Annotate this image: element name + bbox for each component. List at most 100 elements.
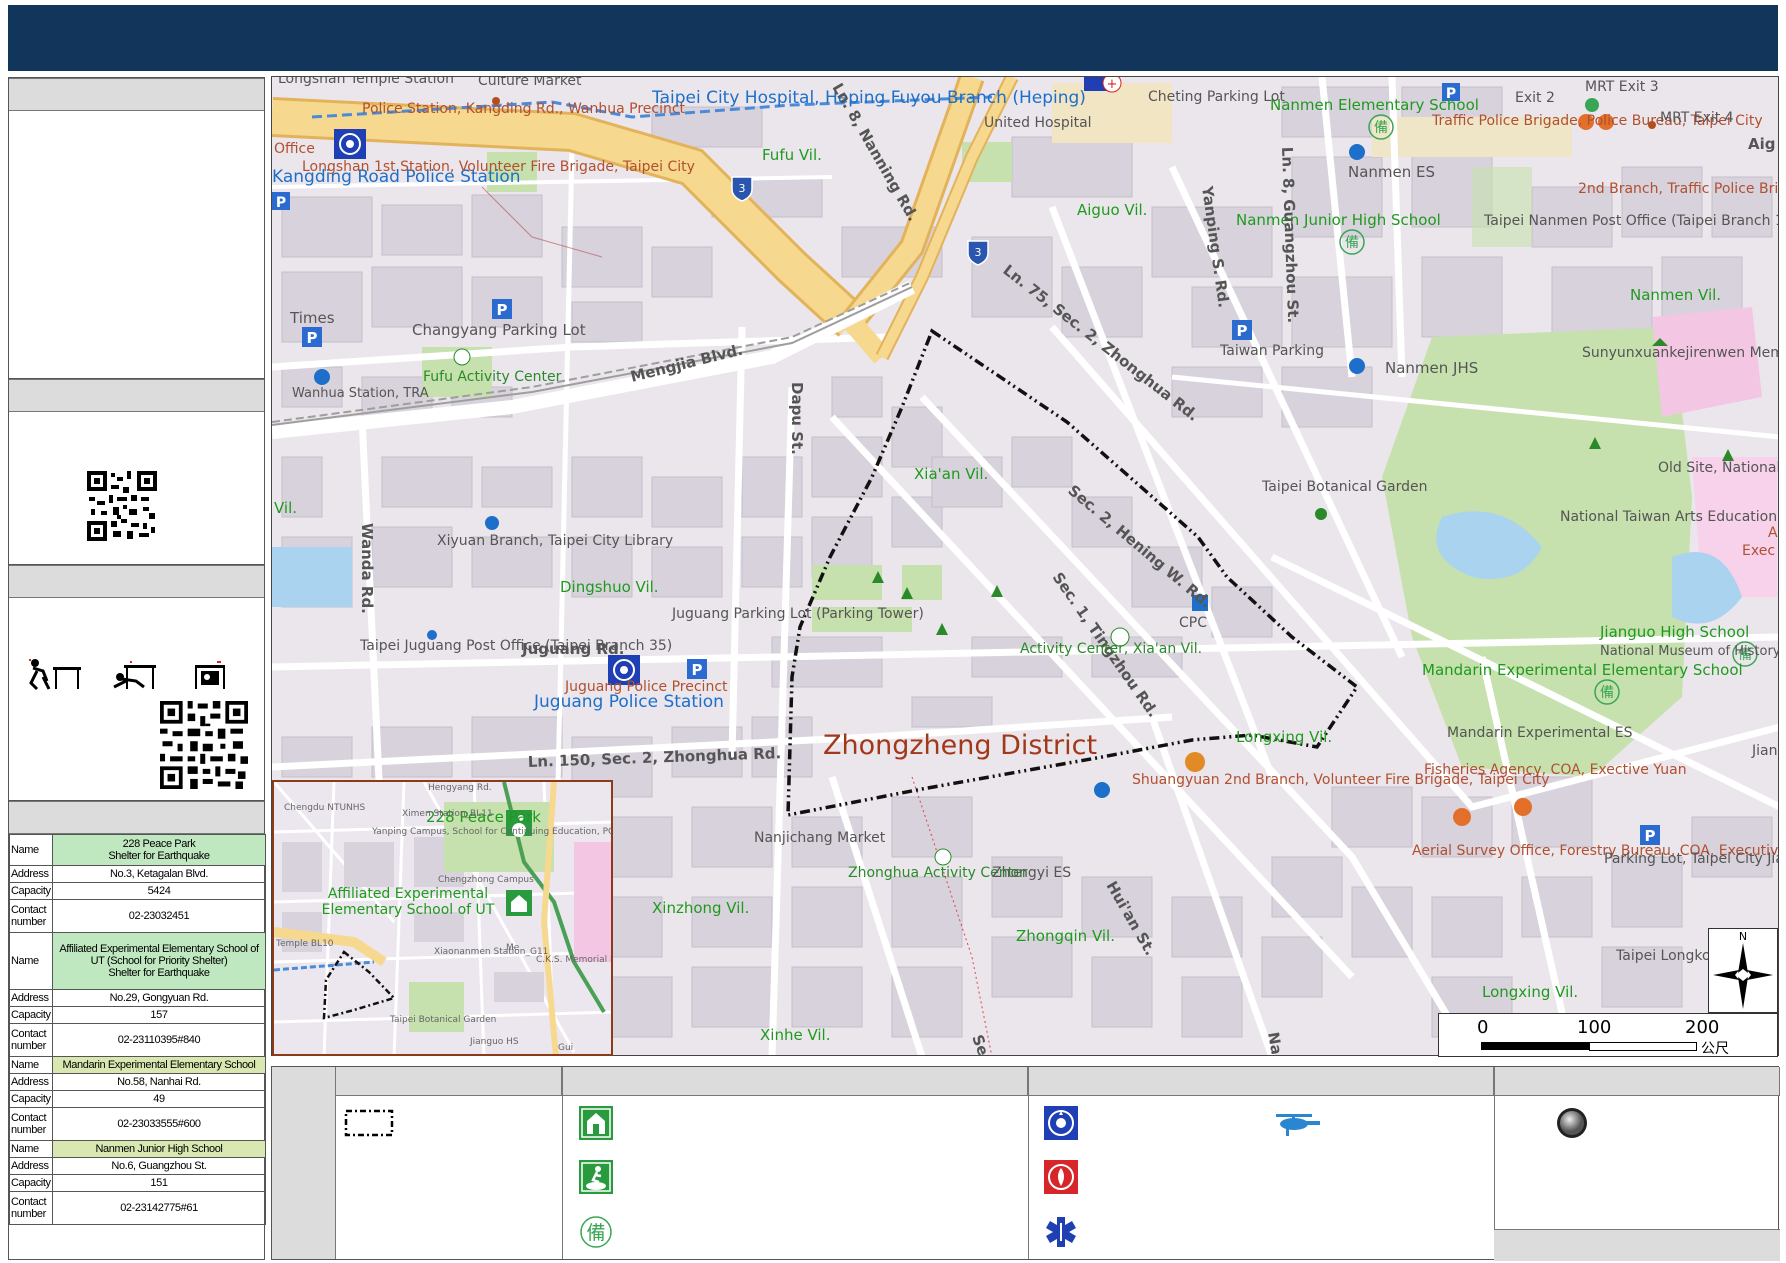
svg-text:Activity Center, Xia'an Vil.: Activity Center, Xia'an Vil. <box>1020 641 1202 657</box>
shelter-row: Name Nanmen Junior High School <box>9 1140 266 1158</box>
svg-text:MRT Exit 3: MRT Exit 3 <box>1585 79 1659 95</box>
svg-text:Taipei City Hospital, Heping F: Taipei City Hospital, Heping Fuyou Branc… <box>651 88 1086 108</box>
shelter-field-value: No.58, Nanhai Rd. <box>52 1073 266 1091</box>
shelter-field-value: 49 <box>52 1090 266 1108</box>
svg-text:Nanmen Junior High School: Nanmen Junior High School <box>1236 211 1441 229</box>
svg-text:Culture Market: Culture Market <box>478 77 582 89</box>
svg-text:Jiang HS: Jiang HS <box>1751 743 1779 759</box>
shelter-field-label: Capacity <box>9 1090 53 1108</box>
shelter-field-value: 02-23032451 <box>52 899 266 933</box>
shelter-field-label: Name <box>9 834 53 866</box>
shelter-field-value: 02-23142775#61 <box>52 1191 266 1225</box>
title-bar <box>8 5 1778 71</box>
shelter-row: Contact number 02-23032451 <box>9 899 266 933</box>
police-icon <box>1044 1106 1078 1140</box>
inset-building-shelter-icon <box>506 890 532 916</box>
actions-panel <box>8 564 265 801</box>
svg-text:Longshan Temple Station: Longshan Temple Station <box>278 77 454 87</box>
shelter-field-value: No.29, Gongyuan Rd. <box>52 989 266 1007</box>
svg-text:Jianguo High School: Jianguo High School <box>1599 623 1749 641</box>
shelter-row: Capacity 5424 <box>9 882 266 900</box>
svg-text:Taipei Juguang Post Office (Ta: Taipei Juguang Post Office (Taipei Branc… <box>359 638 672 654</box>
svg-text:Zhongzheng District: Zhongzheng District <box>823 730 1097 761</box>
svg-text:Vil.: Vil. <box>274 499 297 517</box>
qr-code-icon[interactable] <box>87 471 157 541</box>
shelter-field-label: Name <box>9 1140 53 1158</box>
svg-text:Old Site, National Central Lib: Old Site, National Central Library <box>1658 460 1779 476</box>
shelter-park-icon <box>579 1160 613 1194</box>
svg-text:Aiguo Vil.: Aiguo Vil. <box>1077 201 1147 219</box>
svg-text:Changyang Parking Lot: Changyang Parking Lot <box>412 321 586 339</box>
scale-tick-200: 200 <box>1685 1017 1720 1038</box>
scale-tick-0: 0 <box>1477 1017 1489 1038</box>
svg-text:3: 3 <box>975 246 982 259</box>
shelter-field-value: 5424 <box>52 882 266 900</box>
svg-text:Fufu Vil.: Fufu Vil. <box>762 146 822 164</box>
legend-header-facilities <box>1028 1067 1494 1096</box>
svg-text:Sunyunxuankejirenwen Memorial: Sunyunxuankejirenwen Memorial Hall <box>1582 345 1779 361</box>
shelter-row: Name Mandarin Experimental Elementary Sch… <box>9 1056 266 1074</box>
svg-text:Office: Office <box>274 141 315 157</box>
svg-text:P: P <box>692 661 703 679</box>
svg-text:Xinhe Vil.: Xinhe Vil. <box>760 1026 831 1044</box>
svg-text:Xinzhong Vil.: Xinzhong Vil. <box>652 899 749 917</box>
svg-text:Chengdu NTUNHS: Chengdu NTUNHS <box>284 803 366 813</box>
qr-code-2-icon[interactable] <box>160 701 248 789</box>
svg-text:Nanjichang Market: Nanjichang Market <box>754 830 886 846</box>
svg-text:P: P <box>497 301 508 319</box>
shelter-field-label: Capacity <box>9 882 53 900</box>
shelter-field-label: Address <box>9 1157 53 1175</box>
svg-text:Taiwan Parking: Taiwan Parking <box>1219 343 1324 359</box>
shelter-field-label: Contact number <box>9 1191 53 1225</box>
svg-text:Temple BL10: Temple BL10 <box>275 939 334 949</box>
svg-text:C.K.S. Memorial Hall Station_G: C.K.S. Memorial Hall Station_G10 <box>536 955 613 965</box>
shelter-field-label: Address <box>9 865 53 883</box>
shelters-panel: Name 228 Peace Park Shelter for Earthquak… <box>8 800 266 1260</box>
svg-text:Xia'an Vil.: Xia'an Vil. <box>914 465 988 483</box>
svg-text:Longshan 1st Station, Voluntee: Longshan 1st Station, Volunteer Fire Bri… <box>302 159 695 175</box>
backup-shelter-icon: 備 <box>579 1215 613 1249</box>
legend-side-header <box>272 1067 336 1259</box>
inset-affiliated-label: Affiliated Experimental Elementary Schoo… <box>321 886 495 918</box>
gray-circle-icon <box>1555 1106 1589 1140</box>
svg-text:Times: Times <box>289 309 335 327</box>
shelter-field-value: Mandarin Experimental Elementary School <box>52 1056 266 1074</box>
shelter-field-label: Contact number <box>9 1107 53 1141</box>
svg-text:Aig: Aig <box>1748 135 1776 153</box>
shelter-row: Address No.58, Nanhai Rd. <box>9 1073 266 1091</box>
shelter-field-value: Affiliated Experimental Elementary Schoo… <box>52 932 266 990</box>
info-panel <box>8 77 265 379</box>
svg-text:Fufu Activity Center: Fufu Activity Center <box>423 369 562 385</box>
shelter-row: Contact number 02-23142775#61 <box>9 1191 266 1225</box>
svg-text:備: 備 <box>586 1222 605 1244</box>
svg-text:United Hospital: United Hospital <box>984 115 1092 131</box>
svg-text:Yanping Campus, School for Con: Yanping Campus, School for Continuing Ed… <box>371 827 613 837</box>
svg-text:Wanda Rd.: Wanda Rd. <box>358 523 376 614</box>
shelter-row: Name 228 Peace Park Shelter for Earthquak… <box>9 834 266 866</box>
svg-text:Me: Me <box>506 943 520 953</box>
shelter-row: Address No.6, Guangzhou St. <box>9 1157 266 1175</box>
svg-text:MRT Exit 4: MRT Exit 4 <box>1660 110 1734 126</box>
scale-unit: 公尺 <box>1701 1041 1729 1057</box>
legend-header-shelters <box>562 1067 1028 1096</box>
shelter-field-label: Name <box>9 932 53 990</box>
svg-text:National Taiwan Arts Education: National Taiwan Arts Education Center, M… <box>1560 509 1779 525</box>
shelter-row: Capacity 151 <box>9 1174 266 1192</box>
svg-text:National Museum of History: National Museum of History <box>1600 644 1779 659</box>
shelter-row: Capacity 157 <box>9 1006 266 1024</box>
svg-text:Police Station, Kangding Rd.,: Police Station, Kangding Rd., Wanhua Pre… <box>362 101 686 117</box>
shelter-field-label: Address <box>9 989 53 1007</box>
svg-text:Nanmen ES: Nanmen ES <box>1348 163 1435 181</box>
drop-action-icon <box>29 659 81 691</box>
cover-action-icon <box>113 661 156 689</box>
inset-map[interactable]: 228 Peace Park Affiliated Experimental E… <box>272 780 613 1056</box>
svg-text:Zhongqin Vil.: Zhongqin Vil. <box>1016 927 1115 945</box>
fire-brigade-icon <box>1044 1160 1078 1194</box>
hold-action-icon <box>195 661 225 689</box>
shelter-field-label: Capacity <box>9 1006 53 1024</box>
svg-text:備: 備 <box>1374 120 1388 136</box>
svg-text:CPC: CPC <box>1179 615 1207 631</box>
svg-text:P: P <box>276 195 286 211</box>
qr-panel-header <box>9 379 264 412</box>
shelter-field-label: Name <box>9 1056 53 1074</box>
